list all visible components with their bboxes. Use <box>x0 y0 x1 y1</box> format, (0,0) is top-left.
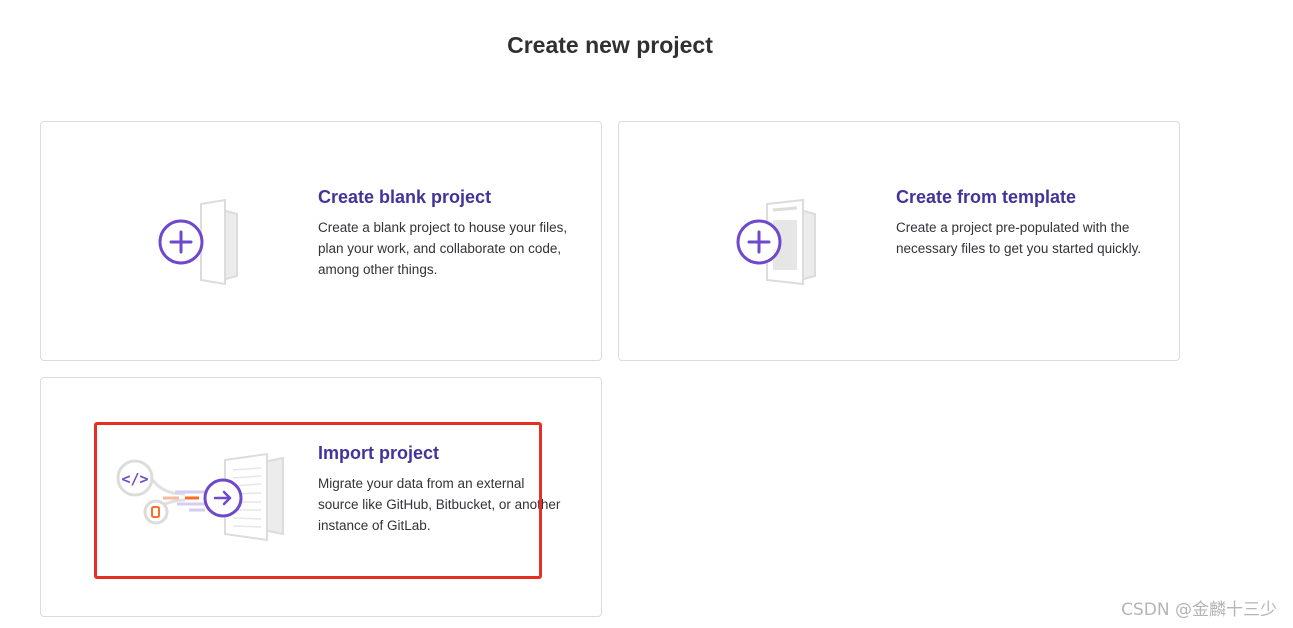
document-stack-icon <box>158 198 238 286</box>
import-illustration-icon: </> <box>116 452 284 542</box>
card-description: Migrate your data from an external sourc… <box>318 476 561 533</box>
template-project-illustration <box>731 198 821 286</box>
blank-project-illustration <box>153 198 243 286</box>
svg-text:</>: </> <box>121 470 148 488</box>
card-title: Create blank project <box>318 187 492 207</box>
repository-icon <box>143 499 169 525</box>
import-project-card[interactable]: </> Import project Migrate your data fro… <box>40 377 602 617</box>
import-project-illustration: </> <box>113 452 288 542</box>
card-title: Create from template <box>896 187 1077 207</box>
template-document-icon <box>736 198 816 286</box>
card-description: Create a blank project to house your fil… <box>318 220 568 277</box>
card-description: Create a project pre-populated with the … <box>896 220 1142 256</box>
create-blank-project-card[interactable]: Create blank project Create a blank proj… <box>40 121 602 361</box>
card-title: Import project <box>318 443 440 463</box>
create-from-template-card[interactable]: Create from template Create a project pr… <box>618 121 1180 361</box>
page-title: Create new project <box>507 32 713 58</box>
watermark: CSDN @金麟十三少 <box>1121 600 1277 620</box>
